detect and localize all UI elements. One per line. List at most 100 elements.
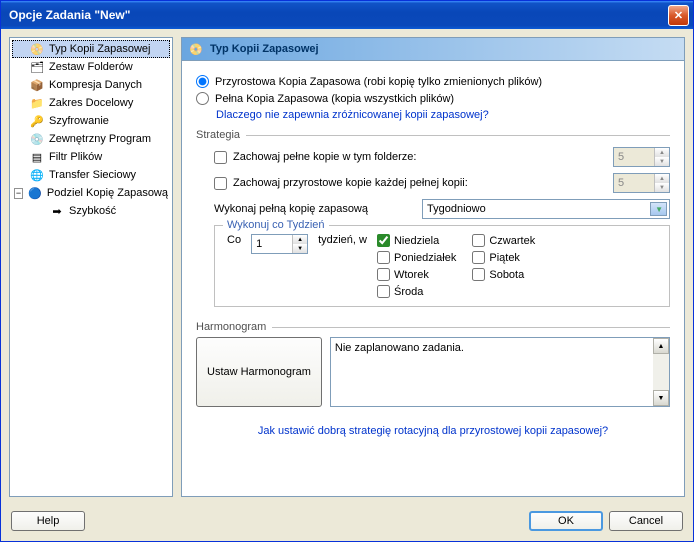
chevron-up-icon[interactable]: ▲ (293, 235, 307, 244)
spinner-arrows[interactable]: ▲▼ (292, 235, 307, 253)
page-title: Typ Kopii Zapasowej (210, 43, 319, 55)
footer-link-row: Jak ustawić dobrą strategię rotacyjną dl… (196, 425, 670, 437)
tree-item-icon: 📀 (29, 41, 45, 57)
schedule-legend: Harmonogram (196, 321, 670, 333)
chevron-up-icon: ▲ (655, 148, 669, 157)
sidebar-item[interactable]: 💿 Zewnętrzny Program (12, 130, 170, 148)
day-sobota[interactable]: Sobota (472, 268, 535, 281)
every-spinner[interactable]: ▲▼ (251, 234, 308, 254)
keep-full-row: Zachowaj pełne kopie w tym folderze: ▲▼ (214, 147, 670, 167)
keep-inc-value (614, 174, 654, 192)
sidebar-item[interactable]: 🌐 Transfer Sieciowy (12, 166, 170, 184)
tree-item-icon: 🌐 (29, 167, 45, 183)
radio-full[interactable]: Pełna Kopia Zapasowa (kopia wszystkich p… (196, 92, 670, 105)
chevron-down-icon: ▼ (655, 205, 663, 214)
window-title: Opcje Zadania "New" (5, 8, 668, 22)
day-label: Piątek (489, 252, 520, 264)
set-schedule-button[interactable]: Ustaw Harmonogram (196, 337, 322, 407)
day-checkbox[interactable] (472, 251, 485, 264)
frequency-value: Tygodniowo (427, 203, 486, 215)
day-columns: Niedziela Poniedziałek Wtorek Środa Czwartek… (377, 234, 535, 298)
titlebar[interactable]: Opcje Zadania "New" ✕ (1, 1, 693, 29)
tree-item-icon: 📁 (29, 95, 45, 111)
day-label: Środa (394, 286, 423, 298)
day-poniedziałek[interactable]: Poniedziałek (377, 251, 456, 264)
schedule-status-text: Nie zaplanowano zadania. (335, 342, 464, 354)
day-czwartek[interactable]: Czwartek (472, 234, 535, 247)
chevron-up-icon[interactable]: ▲ (653, 338, 669, 354)
sidebar-item[interactable]: −🔵 Podziel Kopię Zapasową (12, 184, 170, 202)
tree-item-icon: 🔑 (29, 113, 45, 129)
perform-full-label: Wykonaj pełną kopię zapasową (214, 203, 414, 215)
chevron-down-icon[interactable]: ▼ (293, 244, 307, 253)
tree-item-icon: 💿 (29, 131, 45, 147)
content-body: Przyrostowa Kopia Zapasowa (robi kopię t… (182, 61, 684, 496)
link-rotation-strategy[interactable]: Jak ustawić dobrą strategię rotacyjną dl… (258, 425, 608, 437)
every-unit: tydzień, w (318, 234, 367, 246)
body-area: 📀 Typ Kopii Zapasowej 🗂Zestaw Folderów📦Kom… (1, 29, 693, 505)
keep-inc-spinner: ▲▼ (613, 173, 670, 193)
tree-item-icon: 🔵 (27, 185, 43, 201)
scrollbar[interactable]: ▲ ▼ (653, 338, 669, 406)
day-wtorek[interactable]: Wtorek (377, 268, 456, 281)
keep-full-checkbox[interactable] (214, 151, 227, 164)
day-label: Poniedziałek (394, 252, 456, 264)
tree-item-label: Zewnętrzny Program (49, 133, 151, 145)
tree-item-label: Zakres Docelowy (49, 97, 133, 109)
day-checkbox[interactable] (377, 268, 390, 281)
tree-item-label: Kompresja Danych (49, 79, 142, 91)
perform-full-row: Wykonaj pełną kopię zapasową Tygodniowo … (214, 199, 670, 219)
every-value[interactable] (252, 235, 292, 253)
keep-inc-row: Zachowaj przyrostowe kopie każdej pełnej… (214, 173, 670, 193)
tree-item-icon: ▤ (29, 149, 45, 165)
sidebar-item[interactable]: ➡ Szybkość (12, 202, 170, 220)
radio-full-input[interactable] (196, 92, 209, 105)
tree-item-label: Transfer Sieciowy (49, 169, 136, 181)
sidebar-item[interactable]: ▤Filtr Plików (12, 148, 170, 166)
sidebar-item[interactable]: 📀 Typ Kopii Zapasowej (12, 40, 170, 58)
sidebar-item[interactable]: 📁 Zakres Docelowy (12, 94, 170, 112)
tree-item-icon: ➡ (49, 203, 65, 219)
tree-item-label: Podziel Kopię Zapasową (47, 187, 168, 199)
frequency-select[interactable]: Tygodniowo ▼ (422, 199, 670, 219)
day-piątek[interactable]: Piątek (472, 251, 535, 264)
dialog-window: Opcje Zadania "New" ✕ 📀 Typ Kopii Zapasow… (0, 0, 694, 542)
content-panel: 📀 Typ Kopii Zapasowej Przyrostowa Kopia … (181, 37, 685, 497)
tree-item-label: Typ Kopii Zapasowej (49, 43, 151, 55)
spinner-arrows: ▲▼ (654, 148, 669, 166)
chevron-down-icon[interactable]: ▼ (653, 390, 669, 406)
help-button[interactable]: Help (11, 511, 85, 531)
radio-incremental[interactable]: Przyrostowa Kopia Zapasowa (robi kopię t… (196, 75, 670, 88)
day-checkbox[interactable] (377, 285, 390, 298)
ok-button[interactable]: OK (529, 511, 603, 531)
day-checkbox[interactable] (377, 234, 390, 247)
strategy-legend: Strategia (196, 129, 670, 141)
tree-item-label: Szybkość (69, 205, 116, 217)
day-niedziela[interactable]: Niedziela (377, 234, 456, 247)
day-checkbox[interactable] (472, 268, 485, 281)
sidebar-tree[interactable]: 📀 Typ Kopii Zapasowej 🗂Zestaw Folderów📦Kom… (9, 37, 173, 497)
close-icon: ✕ (674, 9, 683, 22)
cancel-button[interactable]: Cancel (609, 511, 683, 531)
radio-incremental-input[interactable] (196, 75, 209, 88)
day-środa[interactable]: Środa (377, 285, 456, 298)
close-button[interactable]: ✕ (668, 5, 689, 26)
tree-item-label: Szyfrowanie (49, 115, 109, 127)
button-bar: Help OK Cancel (1, 505, 693, 541)
day-label: Niedziela (394, 235, 439, 247)
day-label: Sobota (489, 269, 524, 281)
day-label: Wtorek (394, 269, 429, 281)
keep-inc-label: Zachowaj przyrostowe kopie każdej pełnej… (233, 177, 607, 189)
tree-collapse-icon[interactable]: − (14, 188, 23, 199)
sidebar-item[interactable]: 🔑 Szyfrowanie (12, 112, 170, 130)
sidebar-item[interactable]: 📦Kompresja Danych (12, 76, 170, 94)
radio-full-label: Pełna Kopia Zapasowa (kopia wszystkich p… (215, 93, 454, 105)
keep-inc-checkbox[interactable] (214, 177, 227, 190)
keep-full-label: Zachowaj pełne kopie w tym folderze: (233, 151, 607, 163)
chevron-down-icon: ▼ (655, 183, 669, 192)
sidebar-item[interactable]: 🗂Zestaw Folderów (12, 58, 170, 76)
link-why-no-differential[interactable]: Dlaczego nie zapewnia zróżnicowanej kopi… (216, 109, 489, 121)
day-checkbox[interactable] (377, 251, 390, 264)
day-checkbox[interactable] (472, 234, 485, 247)
week-legend: Wykonuj co Tydzień (223, 219, 329, 231)
